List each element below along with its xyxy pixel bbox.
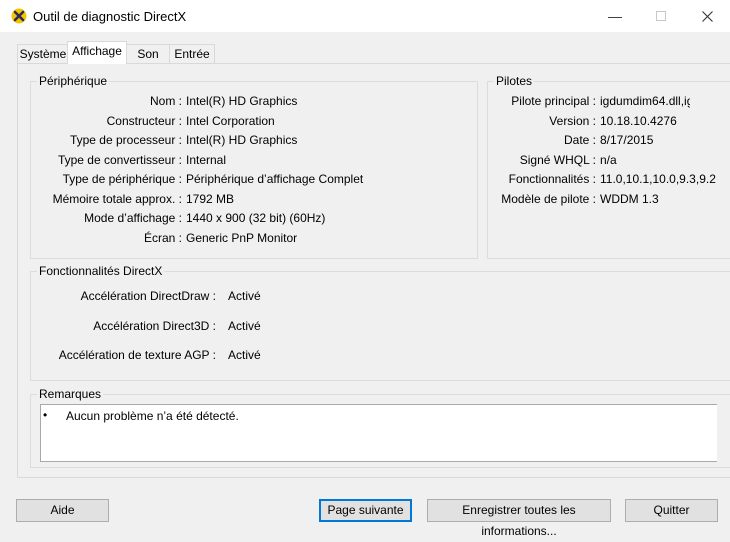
tab-entree[interactable]: Entrée [169, 44, 215, 63]
device-value-dac-type: Internal [186, 153, 227, 167]
maximize-icon [656, 11, 666, 21]
drivers-value-main: igdumdim64.dll,igd [600, 94, 690, 108]
drivers-label-date: Date : [563, 133, 596, 147]
drivers-value-whql: n/a [600, 153, 617, 167]
directx-features-title: Fonctionnalités DirectX [37, 264, 165, 278]
device-label-manufacturer: Constructeur : [106, 114, 182, 128]
device-value-chip-type: Intel(R) HD Graphics [186, 133, 298, 147]
notes-title: Remarques [37, 387, 104, 401]
device-value-monitor: Generic PnP Monitor [186, 231, 298, 245]
close-button[interactable] [684, 0, 730, 32]
directdraw-label: Accélération DirectDraw : [80, 289, 216, 303]
device-label-dac-type: Type de convertisseur : [57, 153, 182, 167]
drivers-label-whql: Signé WHQL : [519, 153, 596, 167]
maximize-button[interactable] [638, 0, 684, 32]
tab-systeme[interactable]: Système [17, 44, 69, 63]
bullet-icon: • [43, 408, 48, 422]
drivers-value-features: 11.0,10.1,10.0,9.3,9.2 [600, 172, 716, 186]
minimize-button[interactable]: — [592, 0, 638, 32]
device-value-manufacturer: Intel Corporation [186, 114, 275, 128]
direct3d-label: Accélération Direct3D : [93, 319, 216, 333]
device-label-memory: Mémoire totale approx. : [52, 192, 182, 206]
notes-item: Aucun problème n’a été détecté. [66, 409, 239, 423]
tab-son[interactable]: Son [125, 44, 171, 63]
close-icon [701, 10, 713, 22]
directdraw-value: Activé [228, 289, 261, 303]
device-label-chip-type: Type de processeur : [69, 133, 182, 147]
notes-box[interactable]: • Aucun problème n’a été détecté. [40, 404, 717, 462]
directx-x-icon [11, 8, 27, 24]
device-value-device-type: Périphérique d’affichage Complet [186, 172, 364, 186]
agp-value: Activé [228, 348, 261, 362]
device-value-display-mode: 1440 x 900 (32 bit) (60Hz) [186, 211, 326, 225]
save-all-info-button[interactable]: Enregistrer toutes les informations... [427, 499, 611, 538]
minimize-icon: — [608, 8, 622, 24]
drivers-value-model: WDDM 1.3 [600, 192, 659, 206]
drivers-group-title: Pilotes [494, 74, 535, 88]
device-value-memory: 1792 MB [186, 192, 235, 206]
device-label-monitor: Écran : [143, 231, 182, 245]
device-label-device-type: Type de périphérique : [62, 172, 182, 186]
device-group-title: Périphérique [37, 74, 110, 88]
drivers-label-version: Version : [549, 114, 596, 128]
title-bar: Outil de diagnostic DirectX — [0, 0, 730, 32]
device-value-name: Intel(R) HD Graphics [186, 94, 298, 108]
drivers-label-features: Fonctionnalités : [508, 172, 596, 186]
device-label-name: Nom : [149, 94, 182, 108]
help-button[interactable]: Aide [16, 499, 109, 522]
drivers-label-model: Modèle de pilote : [501, 192, 596, 206]
drivers-value-date: 8/17/2015 [600, 133, 654, 147]
dxdiag-window: Outil de diagnostic DirectX — Système Af… [0, 0, 730, 538]
device-label-display-mode: Mode d’affichage : [84, 211, 182, 225]
quit-button[interactable]: Quitter [625, 499, 718, 522]
window-title: Outil de diagnostic DirectX [33, 9, 187, 24]
tab-affichage[interactable]: Affichage [67, 41, 127, 64]
drivers-label-main: Pilote principal : [511, 94, 596, 108]
direct3d-value: Activé [228, 319, 261, 333]
drivers-value-version: 10.18.10.4276 [600, 114, 677, 128]
next-page-button[interactable]: Page suivante [319, 499, 412, 522]
agp-label: Accélération de texture AGP : [58, 348, 216, 362]
